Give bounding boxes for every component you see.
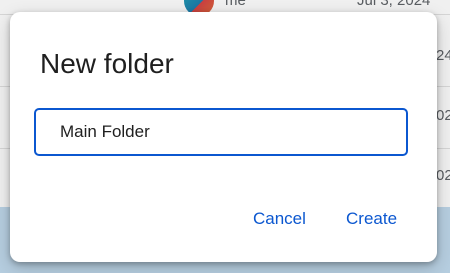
folder-name-input[interactable] — [34, 108, 408, 156]
dialog-title: New folder — [40, 48, 174, 79]
new-folder-dialog: New folder Cancel Create — [10, 12, 437, 262]
create-button[interactable]: Create — [336, 203, 407, 235]
cancel-button[interactable]: Cancel — [243, 203, 316, 235]
